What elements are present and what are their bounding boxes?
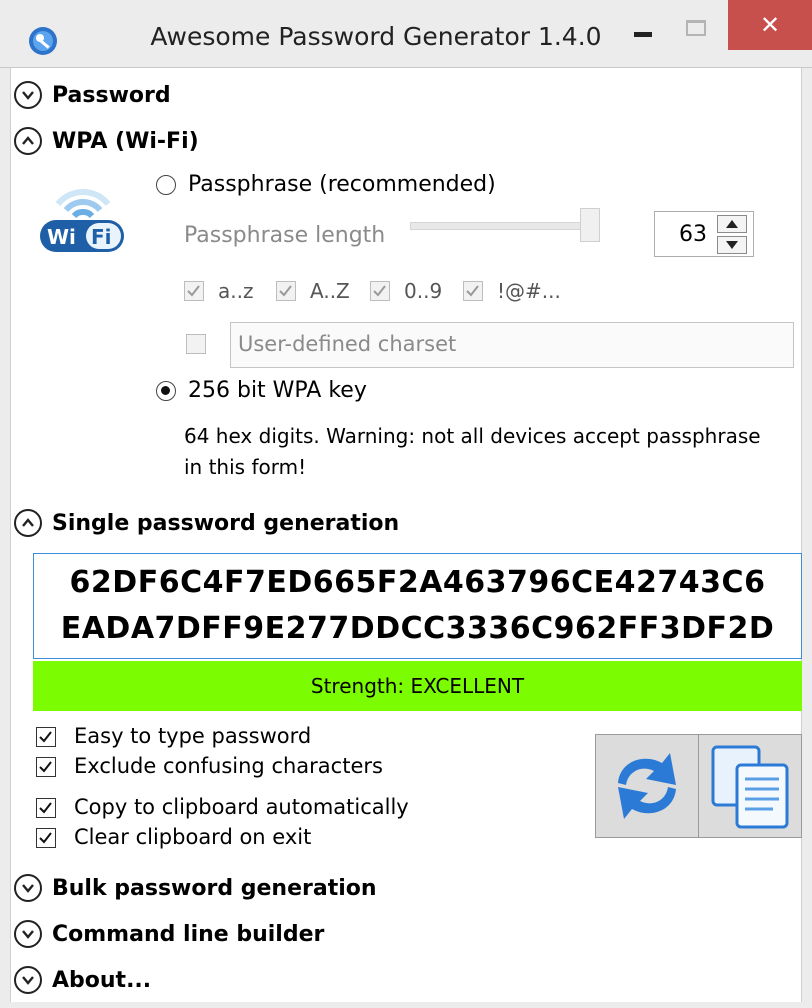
radio-selected-dot	[161, 386, 170, 395]
wifi-logo-icon: Wi Fi	[38, 176, 128, 260]
copy-password-button[interactable]	[698, 734, 802, 838]
section-bulk-header[interactable]: Bulk password generation	[14, 872, 377, 904]
passphrase-radio-label[interactable]: Passphrase (recommended)	[188, 172, 496, 197]
spinner-down-button[interactable]	[717, 236, 747, 254]
section-bulk-label: Bulk password generation	[52, 875, 377, 901]
section-wpa-header[interactable]: WPA (Wi-Fi)	[14, 125, 199, 157]
passphrase-length-label: Passphrase length	[184, 223, 386, 248]
exclude-confusing-checkbox[interactable]	[36, 757, 56, 777]
copy-to-clipboard-label[interactable]: Copy to clipboard automatically	[74, 795, 409, 819]
section-single-header[interactable]: Single password generation	[14, 507, 399, 539]
generated-password-box[interactable]: 62DF6C4F7ED665F2A463796CE42743C6 EADA7DF…	[33, 553, 802, 659]
strength-bar: Strength: EXCELLENT	[33, 661, 802, 711]
generated-password-line-1[interactable]: 62DF6C4F7ED665F2A463796CE42743C6	[34, 560, 801, 606]
passphrase-length-value[interactable]: 63	[679, 222, 707, 247]
window-frame-right	[802, 68, 812, 1008]
chevron-up-icon[interactable]	[14, 509, 42, 537]
section-wpa-label: WPA (Wi-Fi)	[52, 128, 199, 154]
chevron-down-icon[interactable]	[14, 966, 42, 994]
charset-uppercase-label[interactable]: A..Z	[310, 279, 350, 303]
clear-clipboard-label[interactable]: Clear clipboard on exit	[74, 825, 311, 849]
section-single-label: Single password generation	[52, 510, 400, 536]
exclude-confusing-label[interactable]: Exclude confusing characters	[74, 754, 383, 778]
generated-password-line-2[interactable]: EADA7DFF9E277DDCC3336C962FF3DF2D	[34, 606, 801, 652]
window-frame-bottom	[0, 1002, 812, 1008]
wpa-key-radio-label[interactable]: 256 bit WPA key	[188, 378, 367, 403]
charset-uppercase-checkbox[interactable]	[276, 281, 296, 301]
passphrase-length-slider[interactable]	[410, 222, 598, 230]
section-about-header[interactable]: About...	[14, 964, 151, 996]
title-bar[interactable]: Awesome Password Generator 1.4.0 ✕	[0, 0, 812, 68]
charset-lowercase-checkbox[interactable]	[184, 281, 204, 301]
chevron-down-icon[interactable]	[14, 874, 42, 902]
user-defined-charset-checkbox[interactable]	[186, 334, 206, 354]
svg-text:Wi: Wi	[47, 225, 76, 249]
wpa-warning-line-1: 64 hex digits. Warning: not all devices …	[184, 424, 761, 448]
window-frame-left	[0, 68, 10, 1008]
chevron-up-icon[interactable]	[14, 127, 42, 155]
section-cmdline-header[interactable]: Command line builder	[14, 918, 324, 950]
easy-to-type-checkbox[interactable]	[36, 727, 56, 747]
passphrase-radio[interactable]	[156, 175, 176, 195]
easy-to-type-label[interactable]: Easy to type password	[74, 724, 311, 748]
copy-to-clipboard-checkbox[interactable]	[36, 798, 56, 818]
section-password-header[interactable]: Password	[14, 79, 171, 111]
charset-digits-checkbox[interactable]	[370, 281, 390, 301]
section-password-label: Password	[52, 82, 171, 108]
charset-lowercase-label[interactable]: a..z	[218, 279, 253, 303]
wpa-warning-line-2: in this form!	[184, 455, 307, 479]
maximize-button[interactable]	[686, 20, 706, 36]
user-defined-charset-input[interactable]: User-defined charset	[230, 322, 794, 368]
passphrase-length-spinner[interactable]: 63	[654, 211, 754, 257]
clear-clipboard-checkbox[interactable]	[36, 828, 56, 848]
svg-text:Fi: Fi	[91, 225, 112, 249]
section-cmdline-label: Command line builder	[52, 921, 325, 947]
section-about-label: About...	[52, 967, 152, 993]
charset-digits-label[interactable]: 0..9	[404, 279, 442, 303]
charset-symbols-checkbox[interactable]	[463, 281, 483, 301]
chevron-down-icon[interactable]	[14, 81, 42, 109]
minimize-button[interactable]	[634, 32, 652, 37]
passphrase-length-slider-thumb[interactable]	[580, 208, 600, 242]
chevron-down-icon[interactable]	[14, 920, 42, 948]
wpa-key-radio[interactable]	[156, 381, 176, 401]
generate-button[interactable]	[595, 734, 699, 838]
spinner-up-button[interactable]	[717, 215, 747, 233]
close-button[interactable]: ✕	[728, 0, 812, 50]
charset-symbols-label[interactable]: !@#...	[497, 279, 561, 303]
